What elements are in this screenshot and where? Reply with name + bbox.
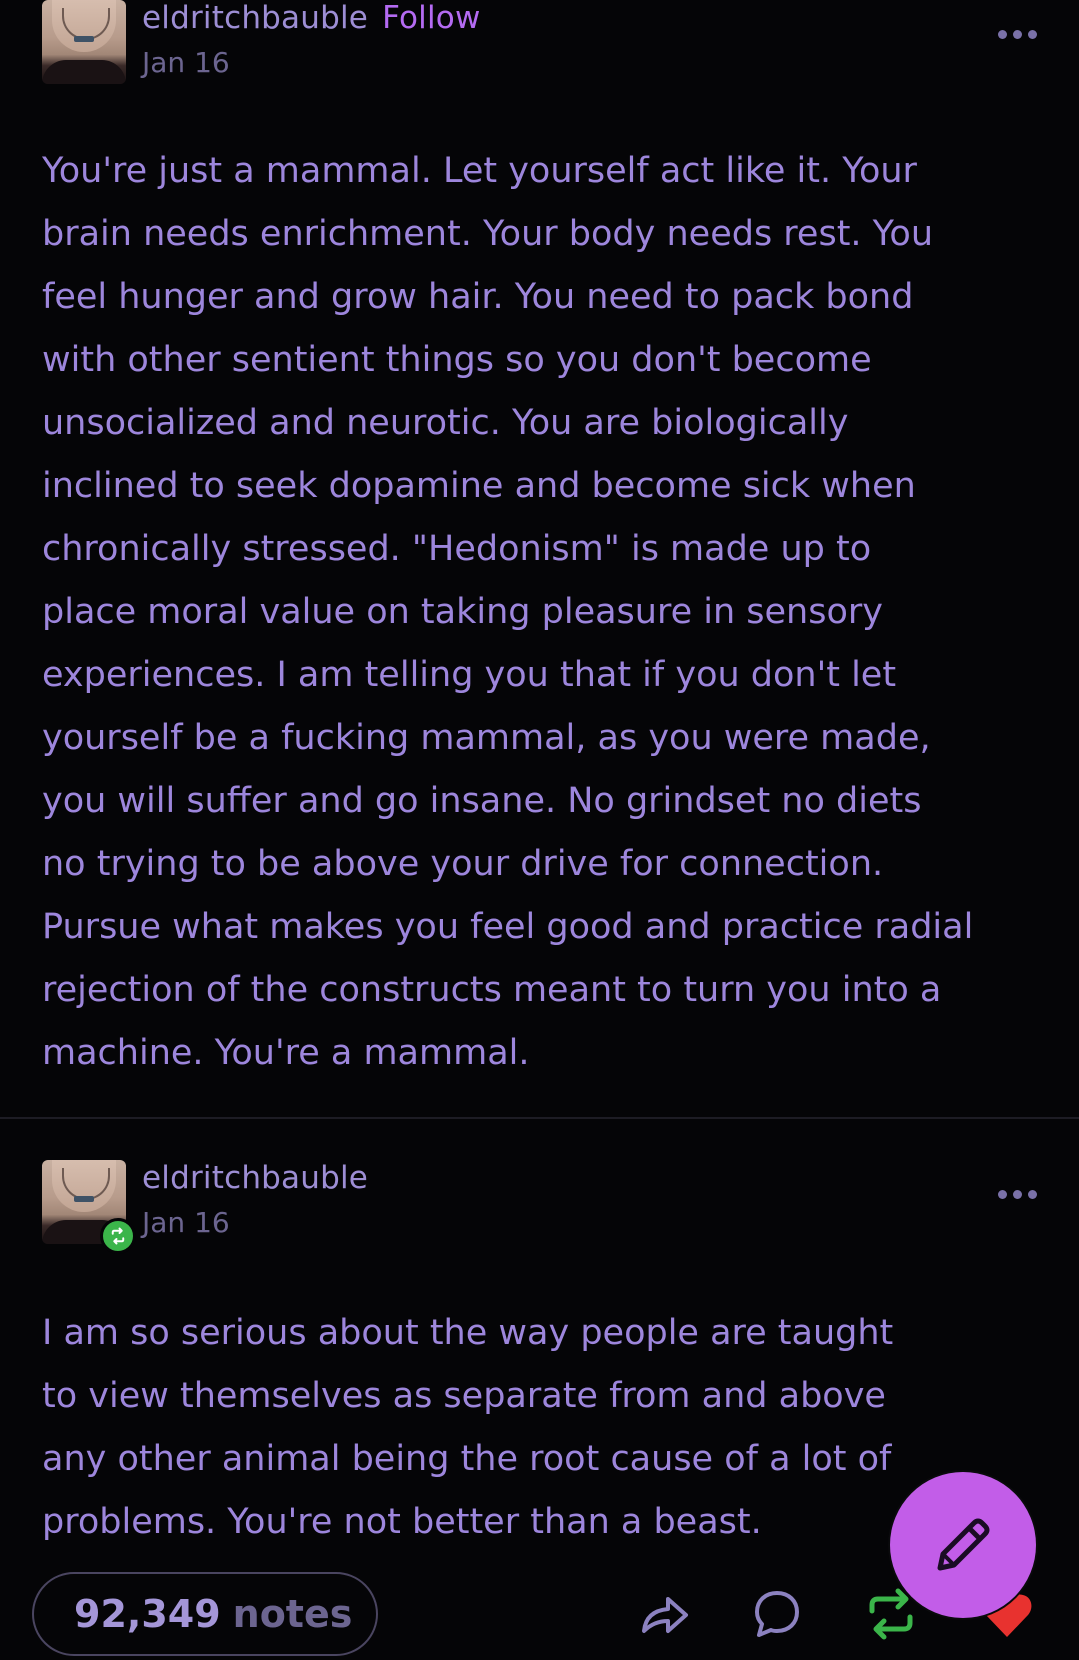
share-icon[interactable] (636, 1585, 694, 1643)
post-body-text: I am so serious about the way people are… (42, 1313, 894, 1542)
follow-button[interactable]: Follow (382, 0, 480, 36)
pencil-icon (937, 1518, 990, 1571)
username-link[interactable]: eldritchbauble (142, 0, 368, 36)
notes-count: 92,349 (74, 1592, 221, 1636)
reblog-badge-icon (100, 1218, 136, 1254)
username-link[interactable]: eldritchbauble (142, 1160, 368, 1196)
more-options-icon[interactable] (998, 30, 1037, 39)
compose-button[interactable] (890, 1472, 1036, 1618)
post-divider (0, 1117, 1079, 1119)
notes-label: notes (232, 1592, 353, 1636)
post-date[interactable]: Jan 16 (142, 46, 230, 79)
post-author: eldritchbauble (142, 1160, 368, 1196)
avatar[interactable] (42, 0, 126, 84)
post-header: eldritchbauble Follow Jan 16 (42, 0, 1037, 86)
post-author: eldritchbauble Follow (142, 0, 481, 36)
post-body-text: You're just a mammal. Let yourself act l… (42, 151, 974, 1073)
notes-button[interactable]: 92,349 notes (32, 1572, 378, 1656)
reply-icon[interactable] (748, 1585, 806, 1643)
more-options-icon[interactable] (998, 1190, 1037, 1199)
post-header: eldritchbauble Jan 16 (42, 1160, 1037, 1254)
post-date[interactable]: Jan 16 (142, 1206, 230, 1239)
